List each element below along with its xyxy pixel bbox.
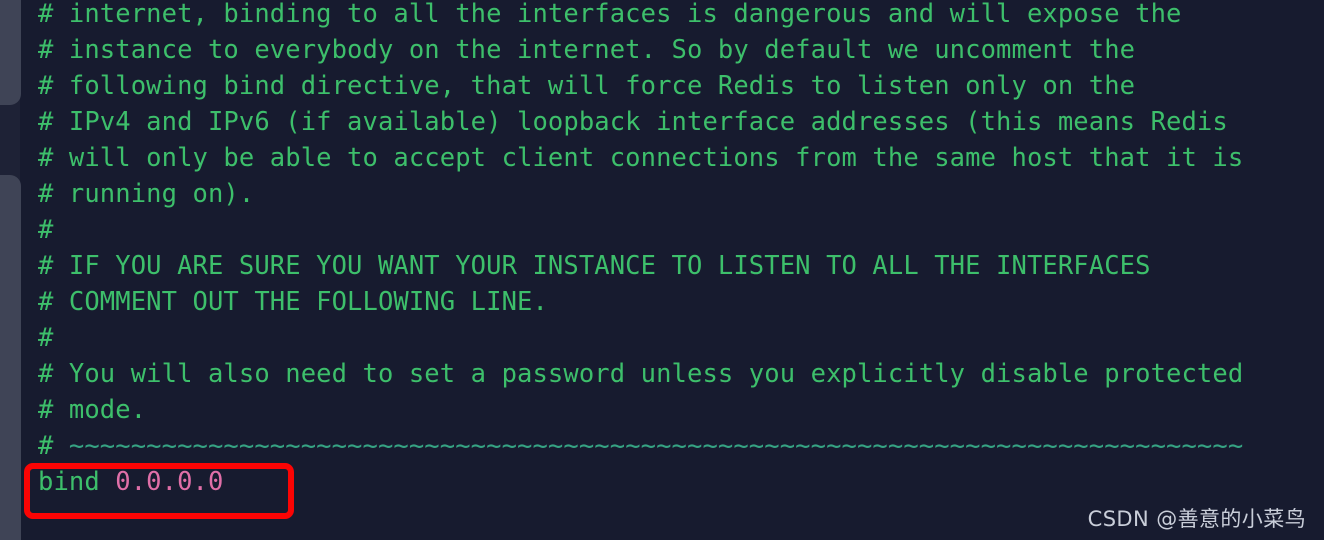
comment-token: # COMMENT OUT THE FOLLOWING LINE. bbox=[38, 287, 548, 317]
comment-token: # mode. bbox=[38, 395, 147, 425]
code-line-separator[interactable]: # ~~~~~~~~~~~~~~~~~~~~~~~~~~~~~~~~~~~~~~… bbox=[38, 428, 1243, 464]
comment-token: # will only be able to accept client con… bbox=[38, 143, 1244, 173]
code-line[interactable]: # running on). bbox=[38, 176, 254, 212]
bind-directive-keyword: bind bbox=[38, 467, 100, 497]
bind-directive-value: 0.0.0.0 bbox=[115, 467, 224, 497]
comment-token: # You will also need to set a password u… bbox=[38, 359, 1244, 389]
code-line[interactable]: # COMMENT OUT THE FOLLOWING LINE. bbox=[38, 284, 548, 320]
comment-token: # instance to everybody on the internet.… bbox=[38, 35, 1136, 65]
code-content-area[interactable]: # internet, binding to all the interface… bbox=[0, 0, 1324, 540]
comment-token: # bbox=[38, 215, 54, 245]
comment-token: # running on). bbox=[38, 179, 255, 209]
code-line[interactable]: # bbox=[38, 212, 53, 248]
code-line[interactable]: # following bind directive, that will fo… bbox=[38, 68, 1135, 104]
comment-token: # internet, binding to all the interface… bbox=[38, 0, 1182, 29]
comment-hash-token: # bbox=[38, 431, 69, 461]
comment-token: # IF YOU ARE SURE YOU WANT YOUR INSTANCE… bbox=[38, 251, 1151, 281]
code-line[interactable]: # IPv4 and IPv6 (if available) loopback … bbox=[38, 104, 1228, 140]
code-line[interactable]: # You will also need to set a password u… bbox=[38, 356, 1243, 392]
code-editor-window: # internet, binding to all the interface… bbox=[0, 0, 1324, 540]
code-line[interactable]: # will only be able to accept client con… bbox=[38, 140, 1243, 176]
code-line[interactable]: # instance to everybody on the internet.… bbox=[38, 32, 1135, 68]
code-line[interactable]: # bbox=[38, 320, 53, 356]
code-line[interactable]: # internet, binding to all the interface… bbox=[38, 0, 1181, 32]
comment-token: # bbox=[38, 323, 54, 353]
comment-token: # following bind directive, that will fo… bbox=[38, 71, 1136, 101]
code-line[interactable]: # IF YOU ARE SURE YOU WANT YOUR INSTANCE… bbox=[38, 248, 1151, 284]
comment-token: # IPv4 and IPv6 (if available) loopback … bbox=[38, 107, 1228, 137]
tilde-rule-token: ~~~~~~~~~~~~~~~~~~~~~~~~~~~~~~~~~~~~~~~~… bbox=[68, 431, 1244, 461]
csdn-watermark: CSDN @善意的小菜鸟 bbox=[1087, 507, 1306, 531]
bind-directive-space bbox=[100, 467, 115, 497]
code-line[interactable]: # mode. bbox=[38, 392, 146, 428]
bind-directive-line[interactable]: bind 0.0.0.0 bbox=[38, 464, 223, 500]
